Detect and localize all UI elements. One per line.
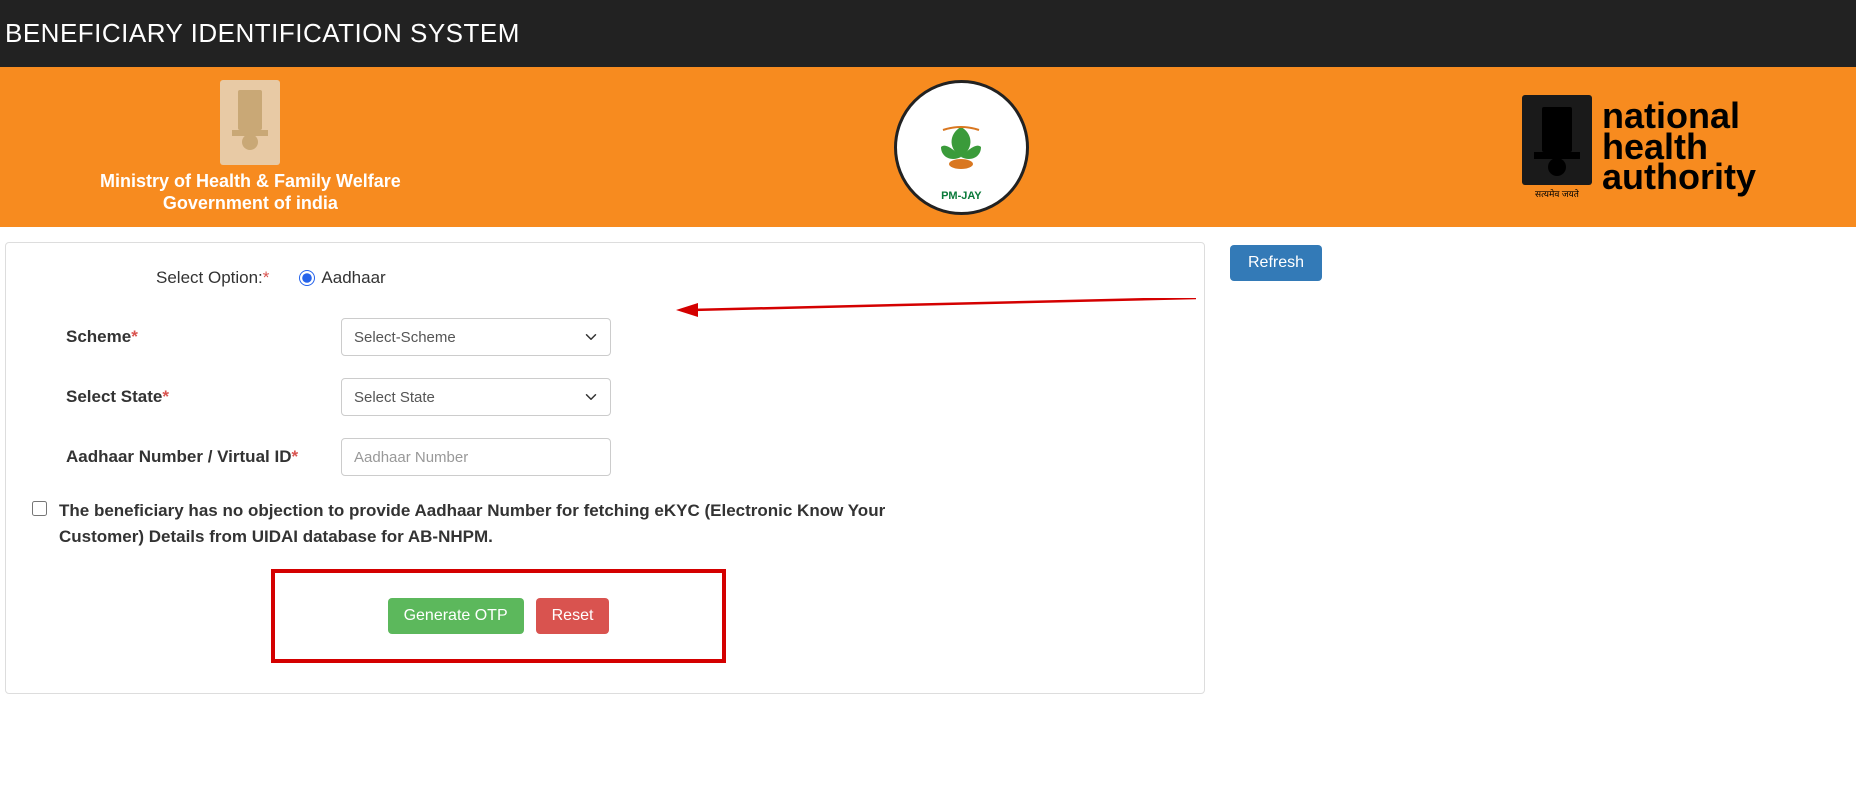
aadhaar-input[interactable]	[341, 438, 611, 476]
header-band: Ministry of Health & Family Welfare Gove…	[0, 67, 1856, 227]
consent-row: The beneficiary has no objection to prov…	[26, 498, 926, 549]
state-label: Select State*	[26, 387, 341, 407]
side-column: Refresh	[1230, 242, 1322, 694]
select-option-label: Select Option:*	[156, 268, 269, 288]
scheme-label: Scheme*	[26, 327, 341, 347]
nha-line3: authority	[1602, 162, 1756, 193]
row-state: Select State* Select State	[26, 378, 1184, 416]
india-emblem-icon	[220, 80, 280, 165]
arrow-annotation-icon	[676, 298, 1196, 318]
top-bar: BENEFICIARY IDENTIFICATION SYSTEM	[0, 0, 1856, 67]
generate-otp-button[interactable]: Generate OTP	[388, 598, 524, 634]
nha-text-block: national health authority	[1602, 101, 1756, 193]
row-aadhaar: Aadhaar Number / Virtual ID*	[26, 438, 1184, 476]
nha-emblem-wrap: सत्यमेव जयते	[1522, 95, 1592, 200]
content-wrapper: Select Option:* Aadhaar Scheme* Select-S…	[0, 227, 1856, 709]
consent-checkbox[interactable]	[32, 501, 47, 516]
pmjay-text: PM-JAY	[941, 190, 982, 202]
row-select-option: Select Option:* Aadhaar	[26, 268, 1184, 288]
header-right-block: सत्यमेव जयते national health authority	[1522, 95, 1756, 200]
system-title: BENEFICIARY IDENTIFICATION SYSTEM	[5, 18, 520, 48]
nha-emblem-icon	[1522, 95, 1592, 185]
button-highlight-box: Generate OTP Reset	[271, 569, 726, 663]
form-card: Select Option:* Aadhaar Scheme* Select-S…	[5, 242, 1205, 694]
reset-button[interactable]: Reset	[536, 598, 610, 634]
pmjay-logo: PM-JAY	[894, 80, 1029, 215]
header-left-block: Ministry of Health & Family Welfare Gove…	[100, 80, 401, 214]
refresh-button[interactable]: Refresh	[1230, 245, 1322, 281]
aadhaar-radio-wrap[interactable]: Aadhaar	[299, 268, 385, 288]
row-scheme: Scheme* Select-Scheme	[26, 318, 1184, 356]
satyamev-text: सत्यमेव जयते	[1522, 187, 1592, 200]
scheme-select[interactable]: Select-Scheme	[341, 318, 611, 356]
state-select[interactable]: Select State	[341, 378, 611, 416]
aadhaar-label: Aadhaar Number / Virtual ID*	[26, 447, 341, 467]
consent-text: The beneficiary has no objection to prov…	[59, 498, 926, 549]
ministry-line1: Ministry of Health & Family Welfare	[100, 170, 401, 193]
aadhaar-radio[interactable]	[299, 270, 315, 286]
leaf-icon	[931, 122, 991, 172]
ministry-line2: Government of india	[100, 193, 401, 214]
aadhaar-radio-label: Aadhaar	[321, 268, 385, 288]
